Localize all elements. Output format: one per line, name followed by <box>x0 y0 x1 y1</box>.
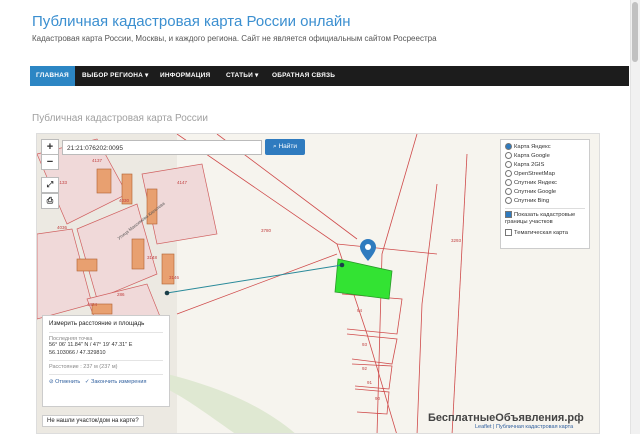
layer-option-bing-sat[interactable]: Спутник Bing <box>505 197 585 206</box>
parcel-label: 94 <box>357 308 363 313</box>
layer-option-label: OpenStreetMap <box>514 171 555 178</box>
cadastral-map[interactable]: 4133 4137 4147 4030 4036 3780 3293 3148 … <box>36 133 600 434</box>
coords-dms: 56° 06' 11.84" N / 47° 19' 47.31" E <box>49 342 133 348</box>
cancel-measure-label: Отменить <box>55 379 81 385</box>
layer-option-label: Карта Яндекс <box>514 144 551 151</box>
layer-option-google-sat[interactable]: Спутник Google <box>505 188 585 197</box>
parcel-label: 4824 <box>87 302 98 307</box>
check-icon: ✓ <box>84 379 90 385</box>
nav-item-home[interactable]: ГЛАВНАЯ <box>30 66 75 86</box>
radio-icon[interactable] <box>505 179 512 186</box>
page-scrollbar[interactable] <box>630 0 640 434</box>
scrollbar-thumb[interactable] <box>632 2 638 62</box>
chevron-down-icon: ▾ <box>145 72 149 79</box>
measure-title: Измерить расстояние и площадь <box>49 320 145 327</box>
page-heading: Публичная кадастровая карта России <box>32 113 208 124</box>
watermark: БесплатныеОбъявления.рф <box>428 412 584 424</box>
checkbox-icon[interactable] <box>505 211 512 218</box>
parcel-label: 92 <box>362 366 368 371</box>
parcel-label: 3146 <box>169 275 180 280</box>
parcel-label: 4147 <box>177 180 188 185</box>
measure-ruler-icon[interactable]: ⤢ <box>41 177 59 193</box>
layer-option-label: Спутник Яндекс <box>514 180 557 187</box>
parcel-label: 3293 <box>451 238 462 243</box>
chevron-down-icon: ▾ <box>255 72 259 79</box>
site-subtitle: Кадастровая карта России, Москвы, и кажд… <box>32 34 437 43</box>
zoom-out-button[interactable]: − <box>41 154 59 170</box>
search-icon: ⌕ <box>272 143 277 150</box>
coords-decimal: 56.103066 / 47.329810 <box>49 350 106 356</box>
zoom-in-button[interactable]: + <box>41 139 59 155</box>
nav-articles-label: СТАТЬИ <box>226 72 253 79</box>
map-attribution[interactable]: Leaflet | Публичная кадастровая карта <box>475 424 573 430</box>
building <box>76 258 98 272</box>
location-pin-icon[interactable] <box>360 239 376 261</box>
print-icon[interactable]: ⎙ <box>41 193 59 209</box>
not-found-link[interactable]: Не нашли участок/дом на карте? <box>42 415 144 427</box>
show-borders-option[interactable]: Показать кадастровые границы участков <box>505 211 585 226</box>
finish-measure-label: Закончить измерения <box>91 379 147 385</box>
nav-item-feedback[interactable]: ОБРАТНАЯ СВЯЗЬ <box>272 66 335 86</box>
nav-region-label: ВЫБОР РЕГИОНА <box>82 72 143 79</box>
layer-option-label: Спутник Google <box>514 189 557 196</box>
layer-option-osm[interactable]: OpenStreetMap <box>505 170 585 179</box>
layer-option-yandex[interactable]: Карта Яндекс <box>505 143 585 152</box>
checkbox-icon[interactable] <box>505 229 512 237</box>
layer-option-google[interactable]: Карта Google <box>505 152 585 161</box>
cadastral-search-input[interactable]: 21:21:076202:0095 <box>62 140 262 155</box>
thematic-option[interactable]: Тематическая карта <box>505 229 585 237</box>
layer-switcher-panel: Карта Яндекс Карта Google Карта 2GIS Ope… <box>500 139 590 249</box>
layer-option-label: Спутник Bing <box>514 198 550 205</box>
radio-icon[interactable] <box>505 152 512 159</box>
nav-item-region[interactable]: ВЫБОР РЕГИОНА ▾ <box>82 66 148 86</box>
parcel-label: 90 <box>375 396 381 401</box>
cancel-measure-button[interactable]: ⊘ Отменить <box>49 379 80 385</box>
nav-item-info[interactable]: ИНФОРМАЦИЯ <box>160 66 210 86</box>
radio-icon[interactable] <box>505 188 512 195</box>
parcel-label: 286 <box>117 292 125 297</box>
measure-panel: Измерить расстояние и площадь Последняя … <box>42 315 170 407</box>
building <box>131 238 145 270</box>
site-title[interactable]: Публичная кадастровая карта России онлай… <box>32 13 351 30</box>
find-button-label: Найти <box>278 143 297 150</box>
parcel-label: 91 <box>367 380 373 385</box>
parcel-label: 4137 <box>92 158 103 163</box>
layer-option-2gis[interactable]: Карта 2GIS <box>505 161 585 170</box>
parcel-label: 4030 <box>119 198 130 203</box>
radio-icon[interactable] <box>505 161 512 168</box>
find-button[interactable]: ⌕ Найти <box>265 139 305 155</box>
parcel-label: 4036 <box>57 225 68 230</box>
main-navigation: ГЛАВНАЯ ВЫБОР РЕГИОНА ▾ ИНФОРМАЦИЯ СТАТЬ… <box>30 66 629 86</box>
layer-option-label: Карта Google <box>514 153 550 160</box>
cancel-icon: ⊘ <box>49 379 54 385</box>
radio-icon[interactable] <box>505 170 512 177</box>
layer-option-label: Карта 2GIS <box>514 162 545 169</box>
show-borders-label: Показать кадастровые границы участков <box>505 212 576 226</box>
finish-measure-button[interactable]: ✓ Закончить измерения <box>85 379 147 385</box>
thematic-label: Тематическая карта <box>514 230 568 237</box>
distance-value: Расстояние : 237 м (237 м) <box>49 364 118 370</box>
radio-icon[interactable] <box>505 143 512 150</box>
parcel-label: 93 <box>362 342 368 347</box>
parcel-label: 3780 <box>261 228 272 233</box>
building <box>96 168 112 194</box>
nav-item-articles[interactable]: СТАТЬИ ▾ <box>226 66 258 86</box>
radio-icon[interactable] <box>505 197 512 204</box>
parcel-label: 3148 <box>147 255 158 260</box>
layer-option-yandex-sat[interactable]: Спутник Яндекс <box>505 179 585 188</box>
